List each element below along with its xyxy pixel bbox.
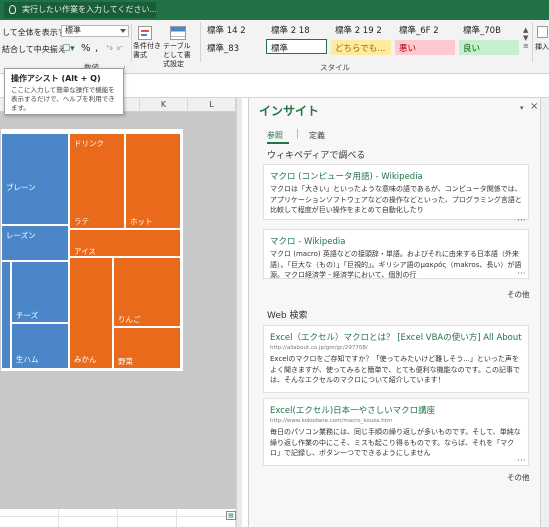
web-result-snippet: Excelのマクロをご存知ですか？「使ってみたいけど難しそう...」といった声を… (270, 355, 520, 384)
insert-button[interactable]: 挿入 (535, 42, 549, 52)
wiki-result-card[interactable]: マクロ (コンピュータ用語) - Wikipedia マクロは「大きい」といった… (263, 164, 529, 220)
close-icon[interactable]: × (530, 101, 538, 112)
format-as-table-button[interactable]: テーブルとして書式設定 (163, 42, 197, 69)
web-result-url: http://allabout.co.jp/gm/gc/297708/ (270, 345, 368, 351)
decrease-decimal-icon[interactable]: ₀⁻ (117, 44, 124, 52)
tell-me-box[interactable]: 実行したい作業を入力してください... (4, 2, 156, 18)
styles-group-label: スタイル (320, 63, 350, 72)
format-as-table-icon[interactable] (170, 26, 186, 40)
tile-brain[interactable]: ブレーン (1, 133, 69, 225)
web-result-title[interactable]: Excel（エクセル）マクロとは？ [Excel VBAの使い方] All Ab… (270, 331, 522, 343)
web-result-card[interactable]: Excel(エクセル)日本一やさしいマクロ講座 http://www.kokod… (263, 398, 529, 466)
cell-style-good[interactable]: 良い (459, 40, 519, 55)
separator (200, 22, 201, 62)
cell-style-neutral[interactable]: どちらでも... (331, 40, 391, 55)
cell-style-4[interactable]: 標準_6F 2 (395, 22, 455, 37)
tooltip-body: ここに入力して簡単な操作で機能を表示するだけで、ヘルプを利用できます。 (11, 86, 115, 112)
lightbulb-icon (9, 5, 16, 14)
increase-decimal-icon[interactable]: ⁺₀ (106, 44, 113, 52)
percent-button[interactable]: % (81, 43, 91, 54)
tile-label: みかん (74, 355, 97, 364)
cell-style-normal[interactable]: 標準 (266, 39, 327, 54)
pane-scrollbar[interactable] (540, 98, 549, 527)
tile-blue-small[interactable] (1, 261, 11, 369)
tile-ham[interactable]: 生ハム (11, 323, 69, 369)
conditional-format-button[interactable]: 条件付き書式 (133, 42, 163, 60)
column-header-l[interactable]: L (188, 98, 236, 112)
wiki-result-snippet: マクロ (macro) 英語などの接頭辞・単語。およびそれに由来する日本語（外来… (270, 250, 522, 279)
separator (131, 24, 132, 62)
tile-drink[interactable]: ドリンク ラテ (69, 133, 125, 229)
tile-raisin[interactable]: レーズン (1, 225, 69, 261)
tile-label: 野菜 (118, 357, 133, 366)
tile-label: ドリンク (74, 139, 104, 148)
cell-style-5[interactable]: 標準_70B (459, 22, 519, 37)
separator (532, 22, 533, 62)
pane-title: インサイト (259, 104, 320, 118)
pane-options-icon[interactable]: ▾ (520, 104, 524, 112)
wiki-more-link[interactable]: その他 (507, 289, 530, 300)
tooltip-title: 操作アシスト (Alt + Q) (11, 74, 101, 83)
tell-me-tooltip: 操作アシスト (Alt + Q) ここに入力して簡単な操作で機能を表示するだけで… (4, 68, 124, 115)
tell-me-text: 実行したい作業を入力してください... (22, 5, 156, 14)
web-search-heading: Web 検索 (267, 311, 308, 321)
tile-label: チーズ (16, 311, 39, 320)
more-options-icon[interactable]: ··· (517, 216, 526, 226)
insert-cells-icon[interactable] (537, 26, 548, 38)
column-header-k[interactable]: K (140, 98, 188, 112)
tile-label: ラテ (74, 217, 89, 226)
web-result-url: http://www.kokodane.com/macro_kouza.htm (270, 418, 393, 424)
cell-style-bad[interactable]: 悪い (395, 40, 455, 55)
web-result-title[interactable]: Excel(エクセル)日本一やさしいマクロ講座 (270, 404, 522, 416)
merge-center-button[interactable]: 結合して中央揃え (2, 44, 66, 55)
web-more-link[interactable]: その他 (507, 472, 530, 483)
tile-vegetable[interactable]: 野菜 (113, 327, 181, 369)
title-bar: 実行したい作業を入力してください... (0, 0, 549, 20)
quick-analysis-icon[interactable]: ▤ (226, 511, 236, 520)
wiki-heading: ウィキペディアで調べる (267, 151, 366, 161)
tile-label: ブレーン (6, 183, 36, 192)
number-format-dropdown[interactable]: 標準 (61, 25, 129, 37)
tile-label: りんご (118, 315, 141, 324)
number-format-value: 標準 (65, 26, 81, 35)
wiki-result-snippet: マクロは「大きい」といったような意味の語であるが、コンピュータ関係では、アプリケ… (270, 185, 522, 214)
tile-label: アイス (74, 247, 96, 256)
tile-cheese[interactable]: チーズ (11, 261, 69, 323)
tile-label: レーズン (6, 231, 36, 240)
more-options-icon[interactable]: ··· (517, 456, 526, 466)
cell-style-2[interactable]: 標準 2 18 (267, 22, 327, 37)
cell-style-6[interactable]: 標準_83 (203, 40, 263, 55)
tile-mikan[interactable]: みかん (69, 257, 113, 369)
tile-hot[interactable]: ホット (125, 133, 181, 229)
tab-divider (297, 129, 298, 139)
comma-button[interactable]: , (95, 43, 98, 54)
ribbon: して全体を表示する 結合して中央揃え 標準 ☐▾ % , ⁺₀ ₀⁻ 条件付き書… (0, 20, 549, 74)
wiki-result-card[interactable]: マクロ - Wikipedia マクロ (macro) 英語などの接頭辞・単語。… (263, 229, 529, 279)
currency-icon[interactable]: ☐▾ (62, 44, 75, 54)
tab-define[interactable]: 定義 (309, 130, 325, 141)
insights-pane: インサイト ▾ × 参照 定義 ウィキペディアで調べる マクロ (コンピュータ用… (248, 98, 540, 527)
conditional-format-icon[interactable] (138, 26, 152, 40)
cell-style-3[interactable]: 標準 2 19 2 (331, 22, 391, 37)
web-result-card[interactable]: Excel（エクセル）マクロとは？ [Excel VBAの使い方] All Ab… (263, 325, 529, 393)
more-options-icon[interactable]: ··· (517, 269, 526, 279)
tile-ice[interactable]: アイス (69, 229, 181, 257)
vertical-scrollbar[interactable] (236, 98, 242, 527)
cell-style-1[interactable]: 標準 14 2 (203, 22, 263, 37)
tab-underline (267, 142, 289, 144)
tile-label: ホット (130, 217, 153, 226)
treemap-chart[interactable]: ブレーン レーズン チーズ 生ハム ドリンクラテ ホット アイス みかん りんご… (0, 128, 184, 372)
tile-apple[interactable]: りんご (113, 257, 181, 327)
wiki-result-title[interactable]: マクロ - Wikipedia (270, 235, 522, 247)
gallery-scroll-icon[interactable]: ▲ ▼ ≡ (523, 26, 529, 50)
web-result-snippet: 毎日のパソコン業務には、同じ手順の繰り返しが多いものです。そして、単純な繰り返し… (270, 428, 521, 457)
tab-explore[interactable]: 参照 (267, 130, 283, 141)
chevron-down-icon (120, 29, 126, 33)
tile-label: 生ハム (16, 355, 39, 364)
wiki-result-title[interactable]: マクロ (コンピュータ用語) - Wikipedia (270, 170, 522, 182)
